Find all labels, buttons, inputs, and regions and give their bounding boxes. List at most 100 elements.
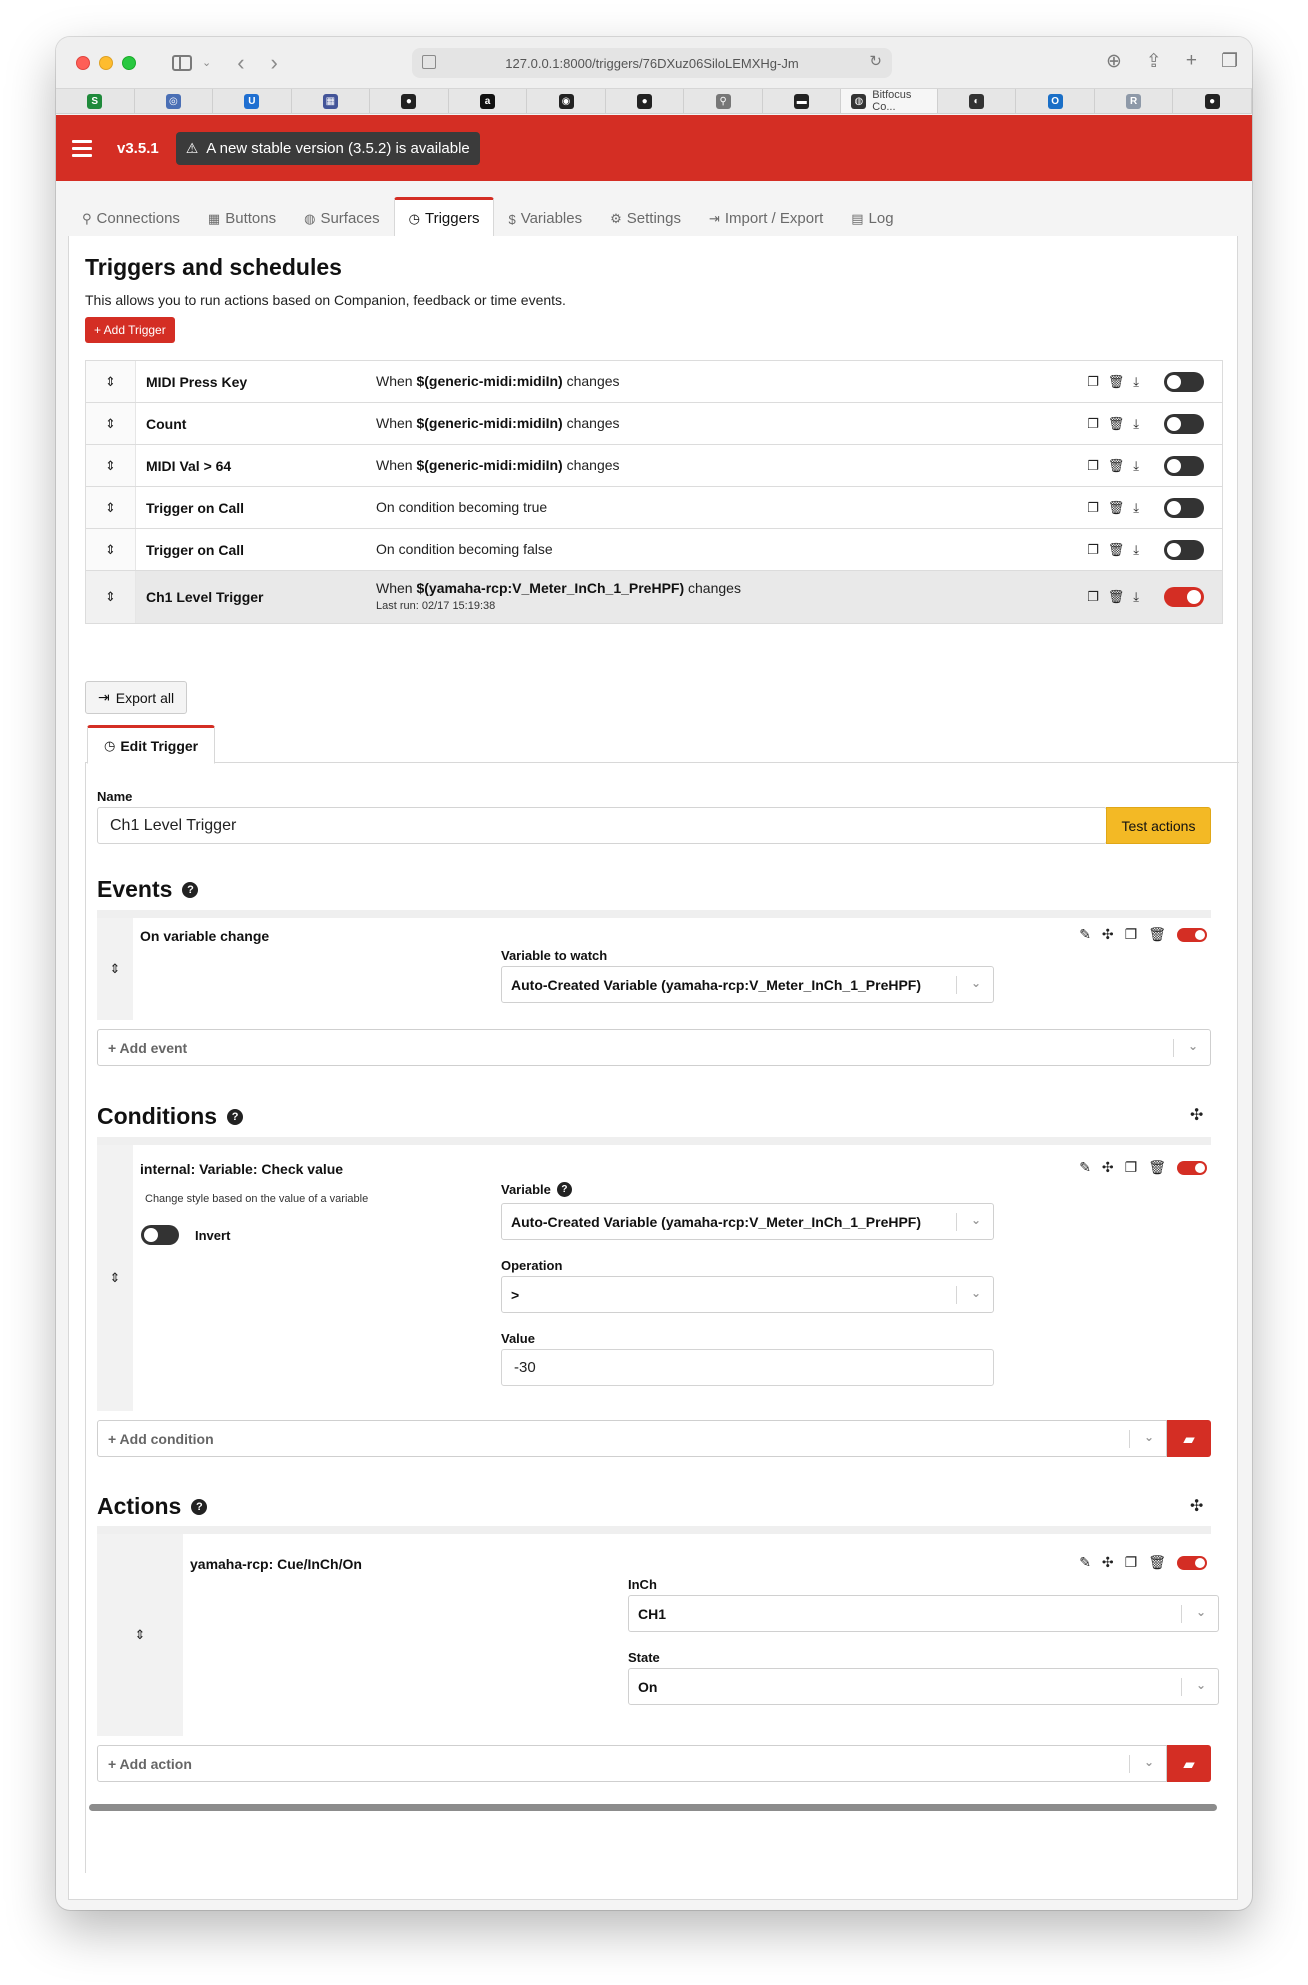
drag-handle-icon[interactable]: ⇕ — [97, 1534, 183, 1736]
condition-value-input[interactable]: -30 — [501, 1349, 994, 1386]
browser-tab[interactable]: ⚲ — [684, 89, 763, 113]
drag-handle-icon[interactable]: ⇕ — [86, 445, 136, 486]
zoom-window-button[interactable] — [122, 55, 136, 70]
menu-icon[interactable] — [72, 139, 92, 157]
new-tab-icon[interactable]: + — [1186, 50, 1197, 73]
tab-triggers[interactable]: ◷ Triggers — [393, 197, 495, 237]
drag-handle-icon[interactable]: ⇕ — [86, 487, 136, 528]
tab-overview-icon[interactable]: ❐ — [1221, 50, 1238, 73]
download-icon[interactable]: ⤓ — [1133, 374, 1139, 390]
action-library-button[interactable]: ▰ — [1167, 1745, 1211, 1782]
share-icon[interactable]: ⇪ — [1146, 50, 1162, 73]
trash-icon[interactable]: 🗑 — [1108, 374, 1125, 390]
download-icon[interactable]: ⤓ — [1133, 542, 1139, 558]
update-notice-badge[interactable]: ⚠ A new stable version (3.5.2) is availa… — [175, 131, 480, 165]
tab-surfaces[interactable]: ◍ Surfaces — [290, 196, 394, 236]
trigger-row[interactable]: ⇕ MIDI Press Key When $(generic-midi:midiI… — [86, 361, 1222, 403]
trash-icon[interactable]: 🗑 — [1108, 458, 1125, 474]
duplicate-icon[interactable]: ❐ — [1087, 542, 1099, 558]
trigger-enabled-toggle[interactable] — [1164, 539, 1204, 560]
state-select[interactable]: On ⌄ — [628, 1668, 1219, 1705]
trigger-enabled-toggle[interactable] — [1164, 587, 1204, 607]
drag-handle-icon[interactable]: ⇕ — [86, 403, 136, 444]
duplicate-icon[interactable]: ❐ — [1125, 926, 1138, 943]
collapse-icon[interactable]: ✣ — [1102, 1159, 1114, 1176]
trigger-enabled-toggle[interactable] — [1164, 497, 1204, 518]
condition-enabled-toggle[interactable] — [1177, 1160, 1207, 1175]
download-icon[interactable]: ⤓ — [1133, 416, 1139, 432]
reload-icon[interactable]: ↻ — [869, 52, 882, 70]
pencil-icon[interactable]: ✎ — [1079, 1554, 1091, 1571]
tab-buttons[interactable]: ▦ Buttons — [194, 196, 290, 236]
horizontal-scrollbar[interactable] — [89, 1804, 1217, 1811]
download-icon[interactable]: ⊕ — [1106, 50, 1122, 73]
duplicate-icon[interactable]: ❐ — [1087, 500, 1099, 516]
browser-tab[interactable]: ▦ — [292, 89, 371, 113]
browser-tab[interactable]: R — [1095, 89, 1174, 113]
pencil-icon[interactable]: ✎ — [1079, 926, 1091, 943]
drag-handle-icon[interactable]: ⇕ — [86, 529, 136, 570]
duplicate-icon[interactable]: ❐ — [1087, 374, 1099, 390]
trash-icon[interactable]: 🗑 — [1108, 416, 1125, 432]
drag-handle-icon[interactable]: ⇕ — [97, 918, 133, 1020]
help-icon[interactable]: ? — [191, 1498, 208, 1515]
trigger-row[interactable]: ⇕ Ch1 Level Trigger When $(yamaha-rcp:V_Me… — [86, 571, 1222, 623]
chevron-down-icon[interactable]: ⌄ — [202, 56, 211, 69]
duplicate-icon[interactable]: ❐ — [1087, 458, 1099, 474]
tab-log[interactable]: ▤ Log — [837, 196, 907, 236]
help-icon[interactable]: ? — [227, 1108, 244, 1125]
browser-tab[interactable]: ◍ Bitfocus Co... — [841, 89, 938, 113]
export-all-button[interactable]: ⇥ Export all — [85, 681, 188, 714]
forward-arrow-icon[interactable]: › — [271, 50, 278, 76]
trigger-row[interactable]: ⇕ MIDI Val > 64 When $(generic-midi:midiIn… — [86, 445, 1222, 487]
collapse-icon[interactable]: ✣ — [1102, 1554, 1114, 1571]
condition-library-button[interactable]: ▰ — [1167, 1420, 1211, 1457]
trash-icon[interactable]: 🗑 — [1108, 589, 1125, 605]
sidebar-toggle-icon[interactable] — [172, 54, 192, 71]
operation-select[interactable]: > ⌄ — [501, 1276, 994, 1313]
trash-icon[interactable]: 🗑 — [1108, 542, 1125, 558]
duplicate-icon[interactable]: ❐ — [1087, 416, 1099, 432]
duplicate-icon[interactable]: ❐ — [1125, 1554, 1138, 1571]
trigger-row[interactable]: ⇕ Trigger on Call On condition becoming tr… — [86, 487, 1222, 529]
page-settings-icon[interactable] — [422, 55, 436, 69]
browser-tab[interactable]: ◉ — [527, 89, 606, 113]
browser-tab[interactable]: O — [1016, 89, 1095, 113]
inch-select[interactable]: CH1 ⌄ — [628, 1595, 1219, 1632]
collapse-all-icon[interactable]: ✣ — [1190, 1105, 1203, 1125]
browser-tab[interactable]: ● — [606, 89, 685, 113]
variable-to-watch-select[interactable]: Auto-Created Variable (yamaha-rcp:V_Mete… — [501, 966, 994, 1003]
invert-toggle[interactable] — [141, 1225, 179, 1245]
condition-variable-select[interactable]: Auto-Created Variable (yamaha-rcp:V_Mete… — [501, 1203, 994, 1240]
test-actions-button[interactable]: Test actions — [1106, 807, 1211, 844]
trigger-row[interactable]: ⇕ Trigger on Call On condition becoming fa… — [86, 529, 1222, 571]
browser-tab[interactable]: ● — [370, 89, 449, 113]
tab-settings[interactable]: ⚙ Settings — [596, 196, 695, 236]
trigger-row[interactable]: ⇕ Count When $(generic-midi:midiIn) change… — [86, 403, 1222, 445]
download-icon[interactable]: ⤓ — [1133, 458, 1139, 474]
download-icon[interactable]: ⤓ — [1133, 500, 1139, 516]
tab-edit-trigger[interactable]: ◷ Edit Trigger — [87, 725, 216, 764]
tab-connections[interactable]: ⚲ Connections — [68, 196, 194, 236]
duplicate-icon[interactable]: ❐ — [1125, 1159, 1138, 1176]
download-icon[interactable]: ⤓ — [1133, 589, 1139, 605]
browser-tab[interactable]: ▬ — [763, 89, 842, 113]
trash-icon[interactable]: 🗑 — [1148, 926, 1166, 943]
browser-tab[interactable]: S — [56, 89, 135, 113]
browser-tab[interactable]: a — [449, 89, 528, 113]
event-enabled-toggle[interactable] — [1177, 927, 1207, 942]
trigger-enabled-toggle[interactable] — [1164, 413, 1204, 434]
help-icon[interactable]: ? — [182, 881, 199, 898]
add-action-select[interactable]: + Add action ⌄ — [97, 1745, 1167, 1782]
trigger-enabled-toggle[interactable] — [1164, 455, 1204, 476]
pencil-icon[interactable]: ✎ — [1079, 1159, 1091, 1176]
browser-tab[interactable]: U — [213, 89, 292, 113]
minimize-window-button[interactable] — [99, 55, 113, 70]
action-enabled-toggle[interactable] — [1177, 1555, 1207, 1570]
trash-icon[interactable]: 🗑 — [1148, 1554, 1166, 1571]
browser-tab[interactable]: ◐ — [938, 89, 1017, 113]
trigger-name-input[interactable]: Ch1 Level Trigger — [97, 807, 1107, 844]
tab-variables[interactable]: $ Variables — [494, 196, 596, 236]
help-icon[interactable]: ? — [556, 1182, 572, 1197]
browser-tab[interactable]: ◎ — [135, 89, 214, 113]
